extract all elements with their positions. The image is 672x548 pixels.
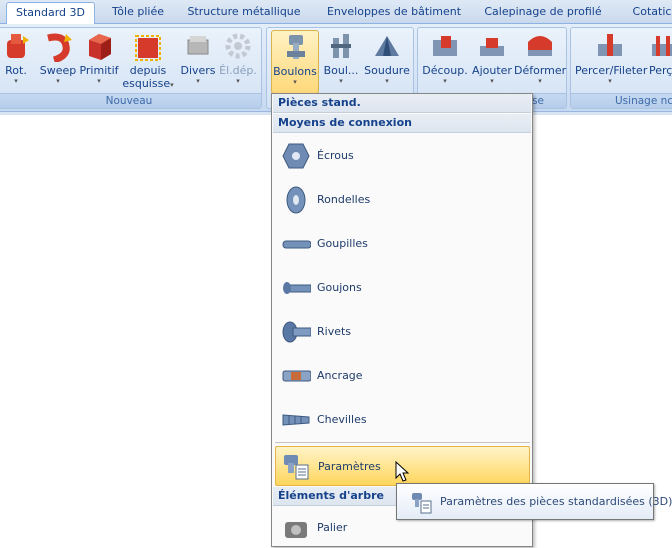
multi-drill-icon: [648, 30, 672, 62]
cut-icon: [429, 30, 461, 62]
menu-separator: [275, 442, 530, 443]
cube-icon: [83, 30, 115, 62]
settings-document-icon: [411, 492, 433, 514]
mouse-pointer-icon: [395, 460, 411, 483]
ajouter-button[interactable]: Ajouter ▾: [470, 30, 514, 85]
bolt-connection-icon: [325, 30, 357, 62]
pin-icon: [281, 230, 312, 258]
add-feature-icon: [476, 30, 508, 62]
menu-header-pieces-stand: Pièces stand.: [273, 94, 531, 113]
boxes-icon: [182, 30, 214, 62]
tab-structure-metallique[interactable]: Structure métallique: [184, 2, 304, 24]
washer-icon: [281, 186, 311, 214]
rot-button[interactable]: Rot. ▾: [1, 30, 31, 85]
soudure-button[interactable]: Soudure ▾: [363, 30, 411, 85]
stud-icon: [281, 274, 312, 302]
menu-item-ecrous[interactable]: Écrous: [275, 136, 530, 176]
nut-icon: [281, 142, 311, 170]
decoup-button[interactable]: Découp. ▾: [422, 30, 468, 85]
boul-button[interactable]: Boul... ▾: [323, 30, 359, 85]
tab-standard-3d[interactable]: Standard 3D: [6, 2, 95, 25]
sweep-button[interactable]: Sweep ▾: [38, 30, 78, 85]
primitif-button[interactable]: Primitif ▾: [79, 30, 119, 85]
menu-item-rondelles[interactable]: Rondelles: [275, 180, 530, 220]
menu-item-goujons[interactable]: Goujons: [275, 268, 530, 308]
group-usinage: Percer/Fileter ▾ Perça Usinage nc: [570, 27, 672, 109]
weld-icon: [371, 30, 403, 62]
menu-item-chevilles[interactable]: Chevilles: [275, 400, 530, 440]
tab-tole-pliee[interactable]: Tôle pliée: [100, 2, 176, 24]
group-label-nouveau: Nouveau: [0, 93, 261, 108]
divers-button[interactable]: Divers ▾: [180, 30, 216, 85]
sketch-extrude-icon: [132, 30, 164, 62]
group-nouveau: Rot. ▾ Sweep ▾ Primitif ▾ depuis esquiss…: [0, 27, 262, 109]
depuis-esquisse-button[interactable]: depuis esquisse▾: [122, 30, 174, 92]
rivet-icon: [281, 318, 312, 346]
bolt-icon: [279, 31, 311, 63]
drill-icon: [594, 30, 626, 62]
gear-icon: [222, 30, 254, 62]
el-dep-button[interactable]: Él.dép. ▾: [219, 30, 257, 85]
settings-document-icon: [282, 453, 312, 481]
deform-icon: [524, 30, 556, 62]
percer-fileter-button[interactable]: Percer/Fileter ▾: [575, 30, 647, 85]
percage-button[interactable]: Perça: [647, 30, 672, 77]
sweep-icon: [42, 30, 74, 64]
menu-item-goupilles[interactable]: Goupilles: [275, 224, 530, 264]
tab-cotation[interactable]: Cotatic: [622, 2, 672, 24]
tab-calepinage-profile[interactable]: Calepinage de profilé: [480, 2, 606, 24]
group-label-usinage: Usinage nc: [571, 93, 672, 108]
rotation-icon: [1, 30, 33, 62]
menu-header-moyens-connexion: Moyens de connexion: [273, 114, 531, 133]
dowel-icon: [281, 406, 311, 434]
tab-enveloppes-batiment[interactable]: Enveloppes de bâtiment: [322, 2, 466, 24]
boulons-button[interactable]: Boulons ▾: [271, 30, 319, 94]
menu-item-rivets[interactable]: Rivets: [275, 312, 530, 352]
bearing-icon: [281, 514, 311, 542]
ribbon-tab-bar: Standard 3D Tôle pliée Structure métalli…: [0, 0, 672, 25]
deformer-button[interactable]: Déformer ▾: [514, 30, 566, 85]
anchor-icon: [281, 362, 312, 390]
tooltip-parametres: Paramètres des pièces standardisées (3D): [396, 483, 672, 520]
menu-item-ancrage[interactable]: Ancrage: [275, 356, 530, 396]
